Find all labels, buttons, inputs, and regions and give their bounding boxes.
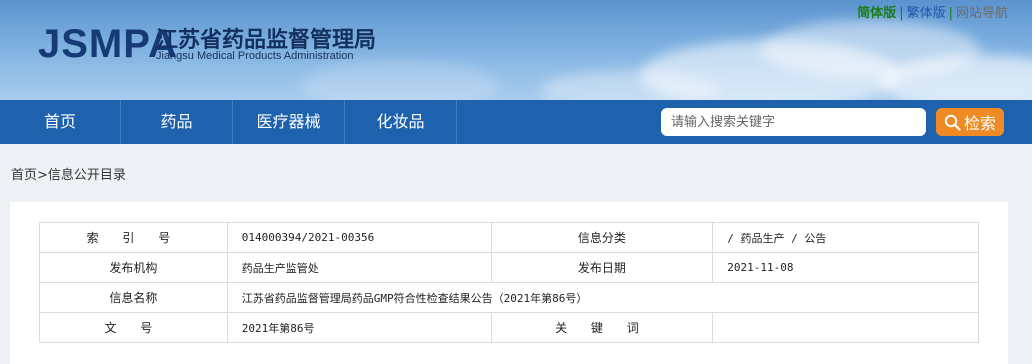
separator: | — [899, 6, 904, 21]
table-row: 信息名称 江苏省药品监督管理局药品GMP符合性检查结果公告（2021年第86号） — [39, 282, 980, 313]
language-links: 简体版 | 繁体版 | 网站导航 — [857, 2, 1008, 21]
index-label: 索 引 号 — [39, 222, 228, 253]
cloud-decoration — [300, 60, 500, 100]
breadcrumb-current[interactable]: 信息公开目录 — [48, 168, 126, 183]
breadcrumb-home[interactable]: 首页 — [11, 168, 37, 183]
nav-item-home[interactable]: 首页 — [0, 100, 121, 144]
breadcrumb-separator: > — [37, 168, 48, 183]
nav-item-devices[interactable]: 医疗器械 — [233, 100, 345, 144]
nav-item-cosmetics[interactable]: 化妆品 — [345, 100, 457, 144]
site-title-en: Jiangsu Medical Products Administration — [156, 50, 354, 62]
breadcrumb: 首页>信息公开目录 — [11, 164, 126, 183]
info-table: 索 引 号 014000394/2021-00356 信息分类 / 药品生产 /… — [39, 222, 980, 343]
table-row: 索 引 号 014000394/2021-00356 信息分类 / 药品生产 /… — [39, 222, 979, 253]
search-input[interactable] — [661, 108, 926, 136]
keywords-label: 关 键 词 — [490, 312, 714, 343]
simplified-link[interactable]: 简体版 — [857, 6, 896, 21]
docno-value: 2021年第86号 — [226, 312, 492, 343]
name-value: 江苏省药品监督管理局药品GMP符合性检查结果公告（2021年第86号） — [226, 282, 980, 313]
publisher-value: 药品生产监管处 — [226, 252, 492, 283]
traditional-link[interactable]: 繁体版 — [907, 6, 946, 21]
search-button-label: 检索 — [963, 114, 996, 133]
nav-item-drugs[interactable]: 药品 — [121, 100, 233, 144]
search-icon — [944, 114, 961, 131]
content-panel: 索 引 号 014000394/2021-00356 信息分类 / 药品生产 /… — [10, 202, 1008, 364]
docno-label: 文 号 — [39, 312, 228, 343]
table-row: 发布机构 药品生产监管处 发布日期 2021-11-08 — [39, 252, 979, 283]
search-button[interactable]: 检索 — [936, 108, 1004, 136]
name-label: 信息名称 — [39, 282, 228, 313]
site-header: JSMPA 江苏省药品监督管理局 Jiangsu Medical Product… — [0, 0, 1032, 100]
site-nav-link[interactable]: 网站导航 — [956, 6, 1008, 21]
index-value: 014000394/2021-00356 — [226, 222, 492, 253]
category-label: 信息分类 — [490, 222, 714, 253]
keywords-value — [712, 312, 979, 343]
table-row: 文 号 2021年第86号 关 键 词 — [39, 312, 979, 343]
date-label: 发布日期 — [490, 252, 714, 283]
date-value: 2021-11-08 — [712, 252, 979, 283]
publisher-label: 发布机构 — [39, 252, 228, 283]
category-value: / 药品生产 / 公告 — [712, 222, 979, 253]
separator: | — [948, 6, 953, 21]
